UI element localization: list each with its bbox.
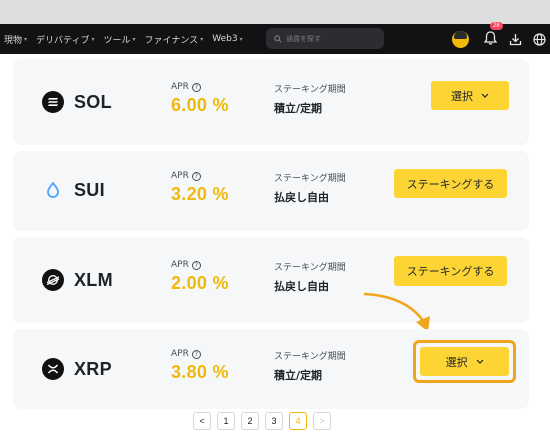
nav-tools[interactable]: ツール ▾ <box>104 33 136 46</box>
apr-value: 6.00 % <box>171 95 229 115</box>
nav-spot[interactable]: 現物 ▾ <box>4 33 27 46</box>
chevron-down-icon: ▾ <box>132 35 136 43</box>
coin-sui: SUI <box>42 179 105 201</box>
select-button[interactable]: 選択 <box>431 81 509 110</box>
select-button[interactable]: 選択 <box>420 347 509 376</box>
help-icon[interactable]: ? <box>191 171 201 181</box>
nav-web3[interactable]: Web3 ▾ <box>212 34 242 44</box>
download-button[interactable] <box>509 33 522 46</box>
staking-term-block: ステーキング期間 積立/定期 <box>274 349 346 383</box>
apr-label: APR <box>171 171 189 181</box>
bell-icon <box>483 30 498 45</box>
download-icon <box>509 33 522 45</box>
help-icon[interactable]: ? <box>191 82 201 92</box>
product-card-xrp: XRP APR? 3.80 % ステーキング期間 積立/定期 選択 <box>13 329 529 409</box>
avatar[interactable] <box>452 30 469 48</box>
prev-page-button[interactable]: < <box>193 412 211 430</box>
staking-product-list: SOL APR? 6.00 % ステーキング期間 積立/定期 選択 SUI AP… <box>0 54 550 445</box>
apr-block: APR? 6.00 % <box>171 82 229 116</box>
apr-label: APR <box>171 349 189 359</box>
language-button[interactable] <box>533 32 546 46</box>
product-card-sol: SOL APR? 6.00 % ステーキング期間 積立/定期 選択 <box>13 59 529 145</box>
search-placeholder: 通貨を探す <box>286 34 321 43</box>
coin-name: XRP <box>74 358 112 379</box>
chevron-down-icon: ▾ <box>239 35 243 43</box>
term-label: ステーキング期間 <box>274 85 346 95</box>
stake-button[interactable]: ステーキングする <box>394 256 507 286</box>
product-card-sui: SUI APR? 3.20 % ステーキング期間 払戻し自由 ステーキングする <box>13 151 529 231</box>
sui-icon <box>42 179 64 201</box>
apr-block: APR? 3.20 % <box>171 171 229 205</box>
term-label: ステーキング期間 <box>274 174 346 184</box>
apr-label: APR <box>171 82 189 92</box>
coin-xlm: XLM <box>42 269 113 291</box>
staking-term-block: ステーキング期間 積立/定期 <box>274 82 346 116</box>
staking-term-block: ステーキング期間 払戻し自由 <box>274 260 346 294</box>
apr-value: 3.20 % <box>171 184 229 204</box>
header-actions: 28 <box>452 21 550 54</box>
xrp-icon <box>42 358 64 380</box>
apr-value: 3.80 % <box>171 362 229 382</box>
top-navigation-bar: 現物 ▾ デリバティブ ▾ ツール ▾ ファイナンス ▾ Web3 ▾ 通貨を探す 28 <box>0 21 550 54</box>
apr-value: 2.00 % <box>171 273 229 293</box>
term-value: 払戻し自由 <box>274 280 329 293</box>
product-card-xlm: XLM APR? 2.00 % ステーキング期間 払戻し自由 ステーキングする <box>13 237 529 323</box>
notification-badge: 28 <box>490 21 503 30</box>
search-input[interactable]: 通貨を探す <box>266 28 384 49</box>
term-value: 積立/定期 <box>274 369 323 382</box>
help-icon[interactable]: ? <box>191 260 201 270</box>
notifications-button[interactable]: 28 <box>483 21 503 48</box>
term-label: ステーキング期間 <box>274 263 346 273</box>
coin-xrp: XRP <box>42 358 112 380</box>
solana-icon <box>42 91 64 113</box>
stake-button[interactable]: ステーキングする <box>394 169 507 198</box>
next-page-button[interactable]: > <box>313 412 331 430</box>
coin-name: XLM <box>74 269 113 290</box>
term-value: 払戻し自由 <box>274 191 329 204</box>
main-nav: 現物 ▾ デリバティブ ▾ ツール ▾ ファイナンス ▾ Web3 ▾ <box>4 33 252 46</box>
apr-label: APR <box>171 260 189 270</box>
page-2[interactable]: 2 <box>241 412 259 430</box>
search-icon <box>274 34 282 43</box>
page-4-current[interactable]: 4 <box>289 412 307 430</box>
term-label: ステーキング期間 <box>274 352 346 362</box>
pagination: < 1 2 3 4 > <box>193 412 337 430</box>
apr-block: APR? 3.80 % <box>171 349 229 383</box>
coin-name: SOL <box>74 91 112 112</box>
chevron-down-icon <box>481 93 489 98</box>
nav-derivatives[interactable]: デリバティブ ▾ <box>36 33 94 46</box>
term-value: 積立/定期 <box>274 102 323 115</box>
coin-sol: SOL <box>42 91 112 113</box>
chevron-down-icon: ▾ <box>91 35 95 43</box>
coin-name: SUI <box>74 179 105 200</box>
nav-finance[interactable]: ファイナンス ▾ <box>145 33 204 46</box>
stellar-icon <box>42 269 64 291</box>
help-icon[interactable]: ? <box>191 349 201 359</box>
chevron-down-icon <box>476 359 483 364</box>
page-1[interactable]: 1 <box>217 412 235 430</box>
globe-icon <box>533 32 546 46</box>
staking-term-block: ステーキング期間 払戻し自由 <box>274 171 346 205</box>
chevron-down-icon: ▾ <box>200 35 204 43</box>
chevron-down-icon: ▾ <box>24 35 28 43</box>
apr-block: APR? 2.00 % <box>171 260 229 294</box>
page-3[interactable]: 3 <box>265 412 283 430</box>
